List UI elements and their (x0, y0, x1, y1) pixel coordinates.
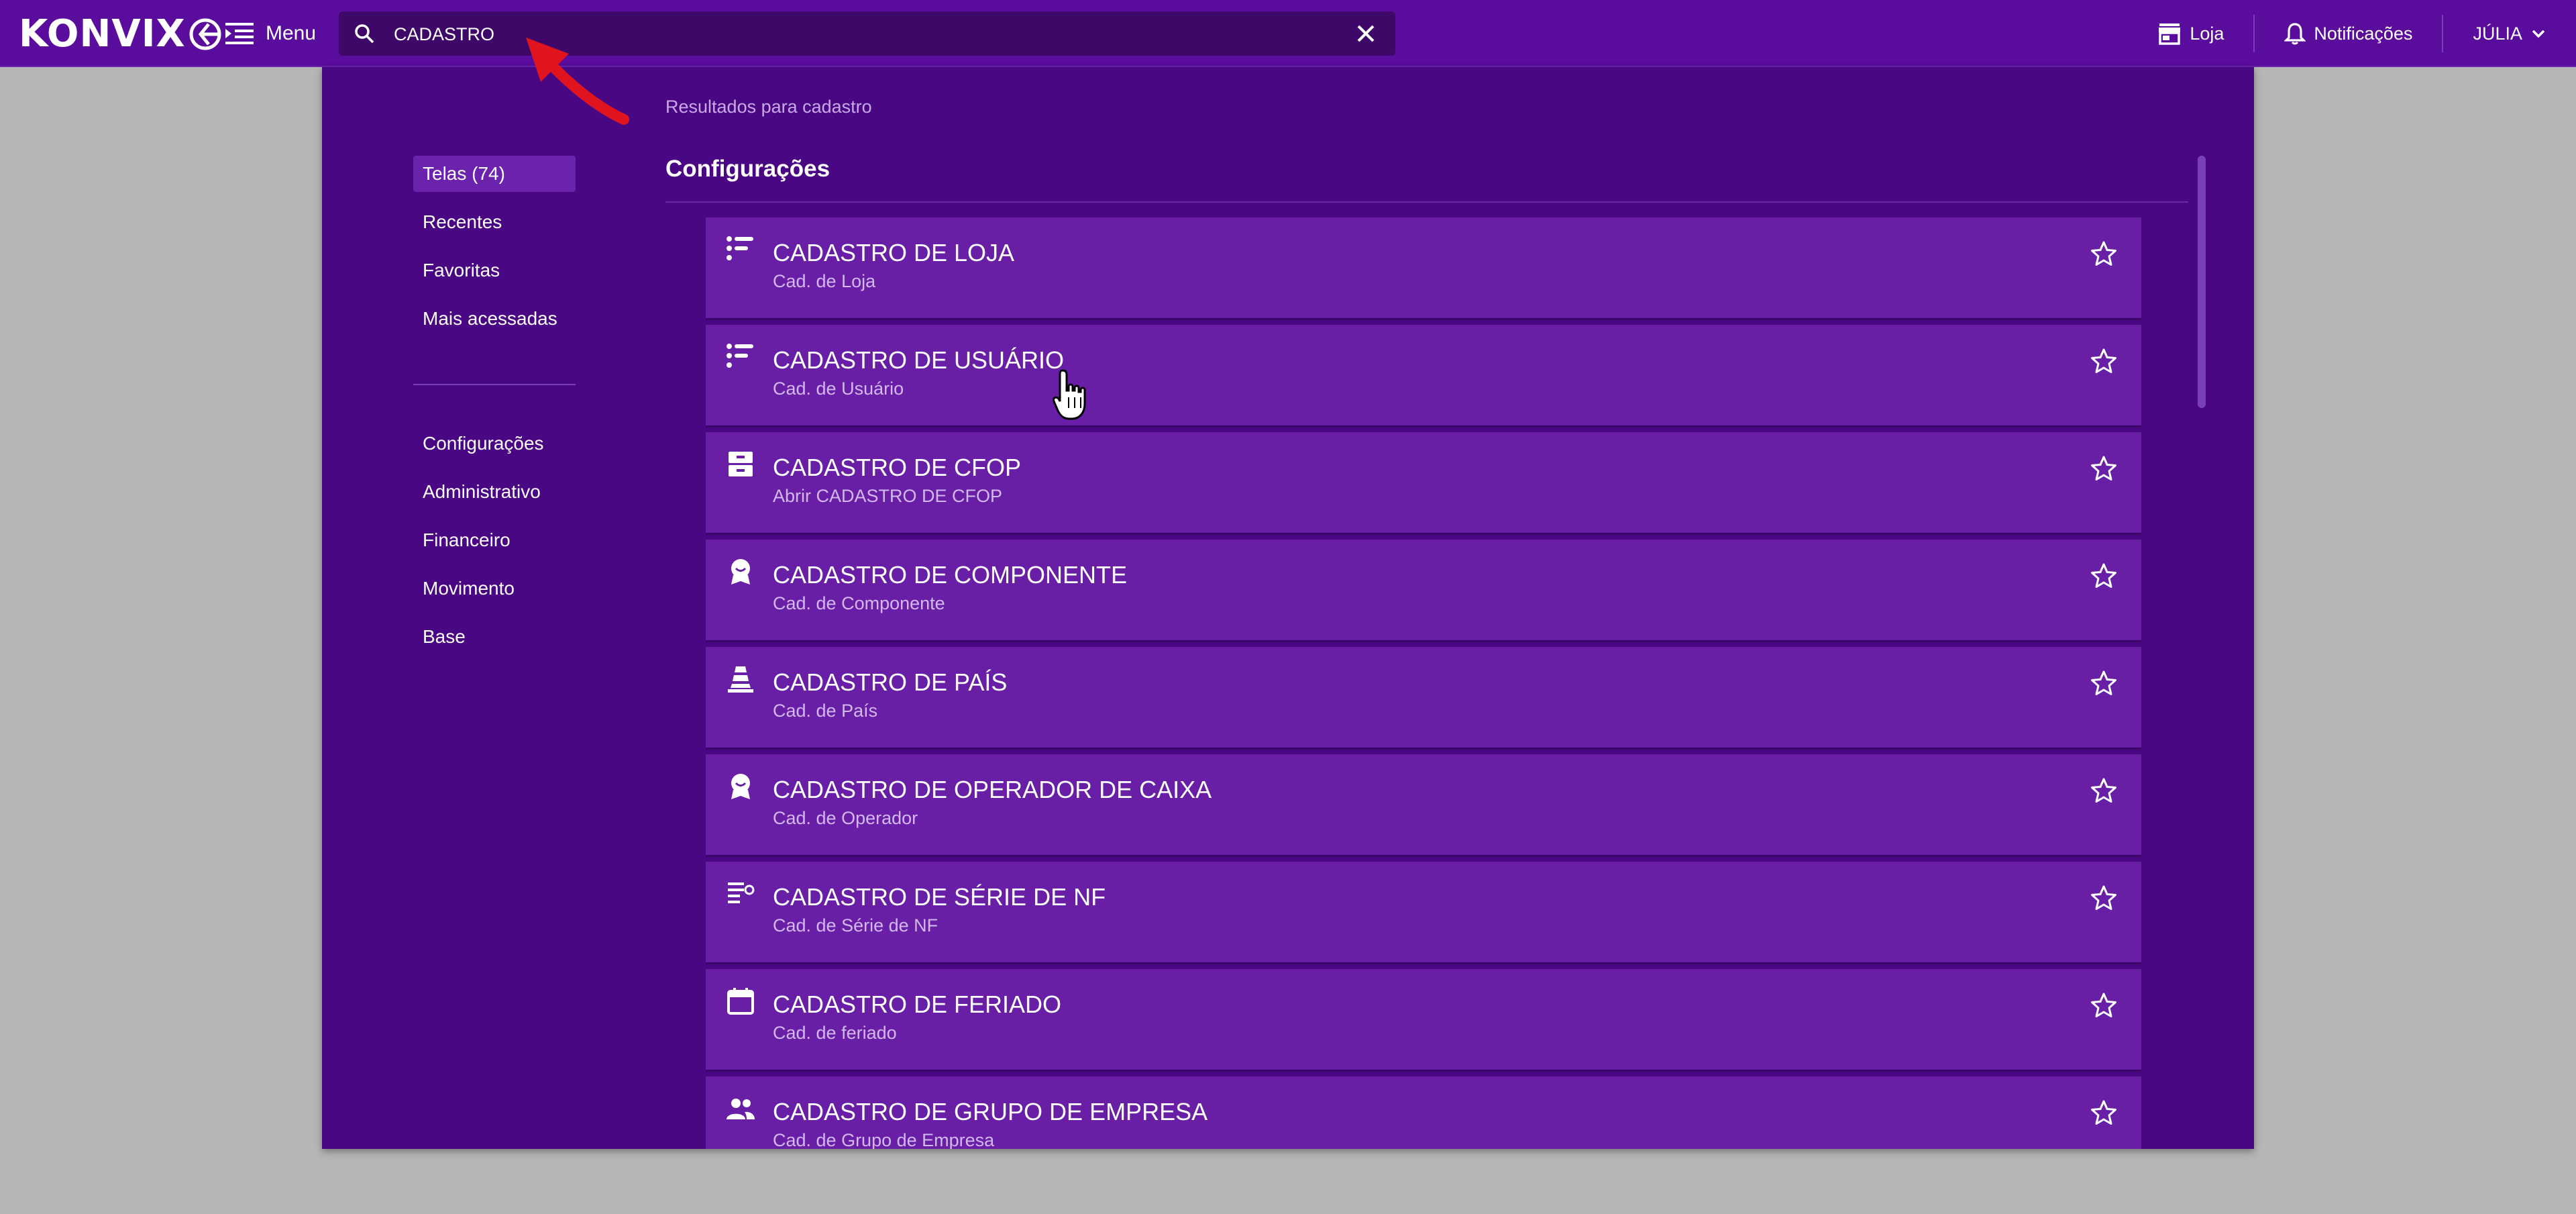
result-subtitle: Cad. de Grupo de Empresa (773, 1130, 995, 1149)
result-title: CADASTRO DE SÉRIE DE NF (773, 883, 1106, 911)
calendar-icon (727, 988, 754, 1015)
results-sidebar: Telas (74) Recentes Favoritas Mais acess… (413, 156, 576, 667)
list-settings-icon (728, 882, 755, 903)
notifications-label: Notificações (2314, 23, 2413, 44)
result-title: CADASTRO DE USUÁRIO (773, 346, 1065, 374)
result-card[interactable]: CADASTRO DE LOJA Cad. de Loja (706, 217, 2141, 318)
result-card[interactable]: CADASTRO DE FERIADO Cad. de feriado (706, 969, 2141, 1070)
user-menu-button[interactable]: JÚLIA (2443, 0, 2576, 67)
result-subtitle: Cad. de Operador (773, 808, 918, 828)
sidebar-item-administrativo[interactable]: Administrativo (413, 474, 576, 510)
results-list: CADASTRO DE LOJA Cad. de Loja CADASTRO DE … (706, 217, 2141, 1149)
store-label: Loja (2190, 23, 2224, 44)
result-subtitle: Cad. de Loja (773, 271, 876, 291)
sidebar-item-base[interactable]: Base (413, 619, 576, 655)
logo-mark-icon (189, 18, 221, 50)
hand-cursor-icon (1053, 369, 1086, 420)
top-right-actions: Loja Notificações JÚLIA (2128, 0, 2576, 67)
sidebar-item-financeiro[interactable]: Financeiro (413, 522, 576, 558)
result-subtitle: Abrir CADASTRO DE CFOP (773, 486, 1003, 506)
result-title: CADASTRO DE PAÍS (773, 668, 1008, 696)
results-label: Resultados para cadastro (665, 97, 872, 117)
favorite-star-icon[interactable] (2090, 348, 2117, 374)
annotation-arrow (526, 38, 629, 125)
result-title: CADASTRO DE COMPONENTE (773, 561, 1128, 589)
notifications-button[interactable]: Notificações (2255, 0, 2442, 67)
result-subtitle: Cad. de feriado (773, 1023, 897, 1043)
search-bar[interactable] (339, 11, 1395, 56)
result-title: CADASTRO DE CFOP (773, 454, 1022, 481)
favorite-star-icon[interactable] (2090, 455, 2117, 482)
result-card[interactable]: CADASTRO DE CFOP Abrir CADASTRO DE CFOP (706, 432, 2141, 533)
result-title: CADASTRO DE LOJA (773, 239, 1015, 266)
sidebar-divider (413, 384, 576, 385)
favorite-star-icon[interactable] (2090, 562, 2117, 589)
list-icon (727, 236, 753, 260)
logo[interactable]: KONVIX (19, 13, 222, 55)
favorite-star-icon[interactable] (2090, 670, 2117, 697)
result-card[interactable]: CADASTRO DE USUÁRIO Cad. de Usuário (706, 325, 2141, 425)
menu-label: Menu (266, 22, 317, 44)
sidebar-item-favoritas[interactable]: Favoritas (413, 252, 576, 289)
result-title: CADASTRO DE FERIADO (773, 991, 1062, 1018)
bell-icon (2284, 23, 2306, 45)
sidebar-item-configuracoes[interactable]: Configurações (413, 425, 576, 462)
favorite-star-icon[interactable] (2090, 884, 2117, 911)
store-button[interactable]: Loja (2128, 0, 2253, 67)
search-results-panel: Resultados para cadastro Telas (74) Rece… (322, 67, 2254, 1149)
user-name: JÚLIA (2473, 23, 2522, 44)
badge-icon (731, 559, 750, 585)
badge-icon (731, 774, 750, 799)
result-card[interactable]: CADASTRO DE SÉRIE DE NF Cad. de Série de … (706, 862, 2141, 962)
store-icon (2159, 23, 2181, 45)
section-title: Configurações (665, 156, 830, 182)
result-title: CADASTRO DE GRUPO DE EMPRESA (773, 1098, 1208, 1125)
favorite-star-icon[interactable] (2090, 1099, 2117, 1126)
scrollbar[interactable] (2198, 156, 2206, 408)
result-title: CADASTRO DE OPERADOR DE CAIXA (773, 776, 1212, 803)
clear-search-icon[interactable] (1355, 23, 1377, 44)
favorite-star-icon[interactable] (2090, 240, 2117, 267)
cone-icon (728, 666, 753, 693)
list-icon (727, 344, 753, 368)
sidebar-item-recentes[interactable]: Recentes (413, 204, 576, 240)
group-icon (727, 1099, 755, 1119)
favorite-star-icon[interactable] (2090, 777, 2117, 804)
result-card[interactable]: CADASTRO DE OPERADOR DE CAIXA Cad. de Ope… (706, 754, 2141, 855)
menu-icon (225, 23, 254, 44)
result-subtitle: Cad. de Usuário (773, 378, 904, 399)
section-divider (665, 201, 2188, 203)
sidebar-item-telas[interactable]: Telas (74) (413, 156, 576, 192)
top-bar: KONVIX Menu CADASTRO Loja Notificações J… (0, 0, 2576, 67)
logo-text: KONVIX (19, 12, 186, 56)
result-subtitle: Cad. de Componente (773, 593, 945, 613)
sidebar-item-mais-acessadas[interactable]: Mais acessadas (413, 301, 576, 337)
sidebar-item-movimento[interactable]: Movimento (413, 570, 576, 607)
result-subtitle: Cad. de Série de NF (773, 915, 938, 935)
menu-button[interactable]: Menu (225, 19, 316, 48)
chevron-down-icon (2532, 30, 2545, 38)
favorite-star-icon[interactable] (2090, 992, 2117, 1019)
result-card[interactable]: CADASTRO DE GRUPO DE EMPRESA Cad. de Grup… (706, 1076, 2141, 1149)
search-icon (355, 24, 374, 44)
result-subtitle: Cad. de País (773, 701, 878, 721)
result-card[interactable]: CADASTRO DE COMPONENTE Cad. de Componente (706, 540, 2141, 640)
result-card[interactable]: CADASTRO DE PAÍS Cad. de País (706, 647, 2141, 748)
archive-icon (729, 452, 753, 476)
